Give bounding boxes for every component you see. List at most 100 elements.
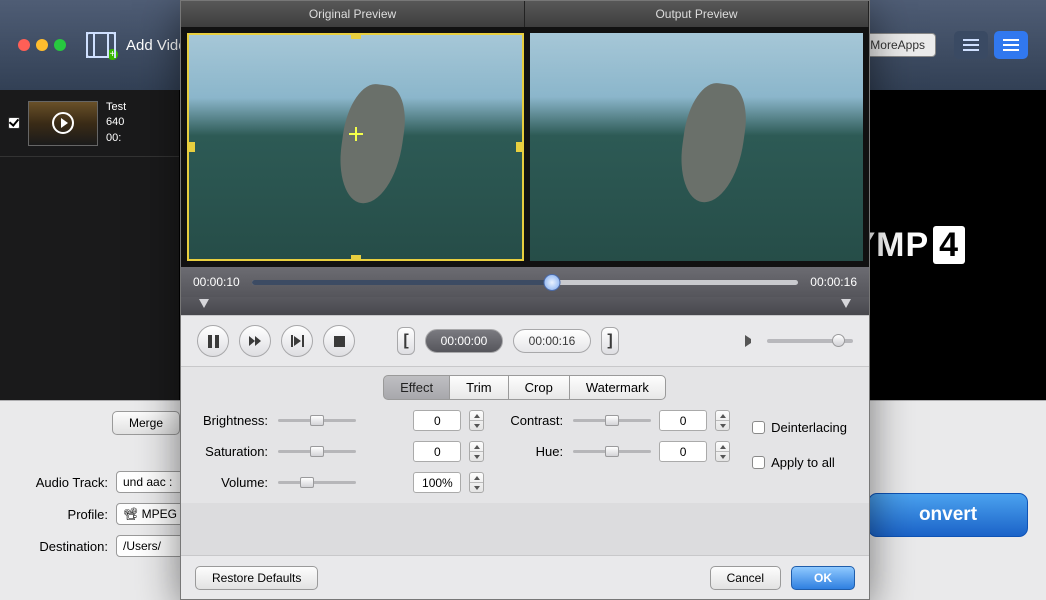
effect-side-options: Deinterlacing Apply to all xyxy=(752,404,869,503)
pause-icon xyxy=(208,335,219,348)
fast-forward-icon xyxy=(249,336,261,346)
slider-knob-icon xyxy=(832,334,845,347)
item-dur: 00: xyxy=(106,131,126,146)
detail-view-button[interactable] xyxy=(994,31,1028,59)
trim-start-marker[interactable] xyxy=(199,299,209,308)
contrast-stepper[interactable] xyxy=(715,410,730,431)
effect-panel: Brightness: Contrast: Saturation: Hue: xyxy=(181,404,752,503)
editor-volume-slider[interactable] xyxy=(767,339,853,343)
brightness-slider[interactable] xyxy=(278,414,356,428)
audio-track-label: Audio Track: xyxy=(18,475,108,490)
zoom-window-button[interactable] xyxy=(54,39,66,51)
ok-button[interactable]: OK xyxy=(791,566,855,590)
apply-to-all-checkbox[interactable]: Apply to all xyxy=(752,455,847,470)
volume-label: Volume: xyxy=(203,475,270,490)
output-preview-box xyxy=(530,33,863,261)
tab-crop[interactable]: Crop xyxy=(508,375,570,400)
item-res: 640 xyxy=(106,115,126,130)
minimize-window-button[interactable] xyxy=(36,39,48,51)
hue-stepper[interactable] xyxy=(715,441,730,462)
step-icon xyxy=(291,335,304,347)
step-button[interactable] xyxy=(281,325,313,357)
pause-button[interactable] xyxy=(197,325,229,357)
crop-handle-left[interactable] xyxy=(189,142,195,152)
out-point-time[interactable]: 00:00:16 xyxy=(513,329,591,353)
editor-previews xyxy=(181,27,869,267)
chevron-up-icon xyxy=(474,414,480,418)
film-add-icon: + xyxy=(86,32,116,58)
view-mode-buttons xyxy=(954,31,1028,59)
plus-badge-icon: + xyxy=(107,49,118,60)
stop-icon xyxy=(334,336,345,347)
editor-seek-slider[interactable] xyxy=(252,280,799,285)
editor-footer: Restore Defaults Cancel OK xyxy=(181,555,869,599)
saturation-slider[interactable] xyxy=(278,445,356,459)
profile-label: Profile: xyxy=(18,507,108,522)
tab-trim[interactable]: Trim xyxy=(449,375,509,400)
crosshair-icon xyxy=(349,127,363,141)
set-in-point-button[interactable]: [ xyxy=(397,327,415,355)
trim-markers-bar xyxy=(181,297,869,315)
editor-controls: [ 00:00:00 00:00:16 ] xyxy=(181,315,869,367)
original-preview-box[interactable] xyxy=(187,33,524,261)
editor-dialog: Original Preview Output Preview 00:00:10… xyxy=(180,0,870,600)
brightness-stepper[interactable] xyxy=(469,410,484,431)
volume-fx-input[interactable] xyxy=(413,472,461,493)
editor-time-bar: 00:00:10 00:00:16 xyxy=(181,267,869,297)
menu-icon xyxy=(1003,39,1019,51)
forward-button[interactable] xyxy=(239,325,271,357)
merge-button[interactable]: Merge xyxy=(112,411,180,435)
editor-mode-tabs: Effect Trim Crop Watermark xyxy=(181,367,869,404)
crop-handle-right[interactable] xyxy=(516,142,522,152)
volume-fx-stepper[interactable] xyxy=(469,472,484,493)
checkbox-icon xyxy=(752,421,765,434)
list-item[interactable]: Test 640 00: xyxy=(0,90,179,157)
volume-icon xyxy=(745,335,757,347)
tab-original-preview: Original Preview xyxy=(181,1,525,27)
restore-defaults-button[interactable]: Restore Defaults xyxy=(195,566,318,590)
contrast-input[interactable] xyxy=(659,410,707,431)
brightness-label: Brightness: xyxy=(203,413,270,428)
preview-header-tabs: Original Preview Output Preview xyxy=(181,1,869,27)
volume-fx-slider[interactable] xyxy=(278,476,356,490)
tab-effect[interactable]: Effect xyxy=(383,375,450,400)
saturation-label: Saturation: xyxy=(203,444,270,459)
checkbox-icon xyxy=(752,456,765,469)
contrast-slider[interactable] xyxy=(573,414,651,428)
total-time: 00:00:16 xyxy=(810,275,857,289)
item-info: Test 640 00: xyxy=(106,100,126,146)
cancel-button[interactable]: Cancel xyxy=(710,566,781,590)
hue-label: Hue: xyxy=(510,444,565,459)
slider-knob-icon xyxy=(544,274,561,291)
more-apps-button[interactable]: MoreApps xyxy=(859,33,936,57)
saturation-stepper[interactable] xyxy=(469,441,484,462)
list-icon xyxy=(963,36,979,54)
crop-handle-top[interactable] xyxy=(351,33,361,39)
hue-input[interactable] xyxy=(659,441,707,462)
brightness-input[interactable] xyxy=(413,410,461,431)
item-checkbox[interactable] xyxy=(8,117,20,129)
chevron-down-icon xyxy=(474,424,480,428)
settings-form: Audio Track: und aac : Profile: 📽 MPEG D… xyxy=(18,461,191,567)
saturation-input[interactable] xyxy=(413,441,461,462)
window-controls xyxy=(18,39,66,51)
item-title: Test xyxy=(106,100,126,115)
item-thumbnail[interactable] xyxy=(28,101,98,146)
stop-button[interactable] xyxy=(323,325,355,357)
tab-watermark[interactable]: Watermark xyxy=(569,375,666,400)
close-window-button[interactable] xyxy=(18,39,30,51)
current-time: 00:00:10 xyxy=(193,275,240,289)
set-out-point-button[interactable]: ] xyxy=(601,327,619,355)
seek-progress xyxy=(252,280,553,285)
deinterlacing-checkbox[interactable]: Deinterlacing xyxy=(752,420,847,435)
contrast-label: Contrast: xyxy=(510,413,565,428)
tab-output-preview: Output Preview xyxy=(525,1,869,27)
in-point-time[interactable]: 00:00:00 xyxy=(425,329,503,353)
play-icon xyxy=(52,112,74,134)
list-view-button[interactable] xyxy=(954,31,988,59)
trim-end-marker[interactable] xyxy=(841,299,851,308)
hue-slider[interactable] xyxy=(573,445,651,459)
video-list: Test 640 00: xyxy=(0,90,180,400)
crop-handle-bottom[interactable] xyxy=(351,255,361,261)
convert-button[interactable]: onvert xyxy=(868,493,1028,537)
